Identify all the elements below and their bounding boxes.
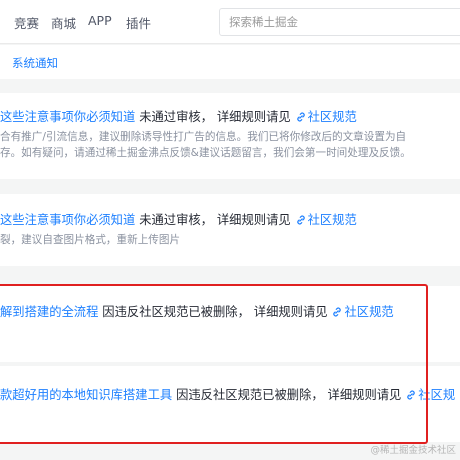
community-rules-label: 社区规范 bbox=[344, 305, 394, 319]
community-rules-label: 社区规 bbox=[418, 388, 456, 402]
search-input[interactable] bbox=[220, 9, 460, 35]
notification-line: 解到搭建的全流程 因违反社区规范已被删除， 详细规则请见 社区规范 bbox=[0, 302, 394, 320]
notification-desc-line: 裂，建议自查图片格式，重新上传图片 bbox=[0, 234, 181, 246]
notification-line: 这些注意事项你必须知道 未通过审核， 详细规则请见 社区规范 bbox=[0, 107, 357, 125]
notification-line: 款超好用的本地知识库搭建工具 因违反社区规范已被删除， 详细规则请见 社区规 bbox=[0, 385, 455, 403]
notification-desc-line: 合有推广/引流信息，建议删除诱导性打广告的信息。我们已将你修改后的文章设置为自 bbox=[0, 131, 407, 143]
top-nav-bar: 竞赛 商城 APP 插件 bbox=[0, 0, 460, 44]
notification-status: 因违反社区规范已被删除， 详细规则请见 bbox=[172, 388, 406, 402]
notification-card: 这些注意事项你必须知道 未通过审核， 详细规则请见 社区规范 裂，建议自查图片格… bbox=[0, 194, 460, 266]
search-box bbox=[219, 8, 460, 36]
notification-line: 这些注意事项你必须知道 未通过审核， 详细规则请见 社区规范 bbox=[0, 210, 357, 228]
article-title-link[interactable]: 这些注意事项你必须知道 bbox=[0, 213, 135, 227]
link-icon bbox=[407, 390, 415, 400]
community-rules-link[interactable]: 社区规 bbox=[405, 388, 455, 402]
link-icon bbox=[296, 112, 305, 122]
community-rules-link[interactable]: 社区规范 bbox=[331, 305, 394, 319]
nav-item-plugins[interactable]: 插件 bbox=[126, 13, 151, 32]
nav-item-competition[interactable]: 竞赛 bbox=[14, 13, 39, 32]
nav-item-shop[interactable]: 商城 bbox=[51, 13, 76, 32]
article-title-link[interactable]: 这些注意事项你必须知道 bbox=[0, 110, 135, 124]
nav-item-app[interactable]: APP bbox=[88, 13, 112, 28]
notification-card: 解到搭建的全流程 因违反社区规范已被删除， 详细规则请见 社区规范 bbox=[0, 286, 460, 362]
article-title-link[interactable]: 款超好用的本地知识库搭建工具 bbox=[0, 388, 172, 402]
notification-card: 这些注意事项你必须知道 未通过审核， 详细规则请见 社区规范 合有推广/引流信息… bbox=[0, 93, 460, 179]
notification-status: 未通过审核， 详细规则请见 bbox=[135, 110, 295, 124]
notification-subnav: 系统通知 bbox=[0, 45, 460, 79]
notification-status: 未通过审核， 详细规则请见 bbox=[135, 213, 295, 227]
community-rules-link[interactable]: 社区规范 bbox=[295, 213, 357, 227]
notification-desc-line: 存。如有疑问，请通过稀土掘金沸点反馈&建议话题留言，我们会第一时间处理及反馈。 bbox=[0, 147, 411, 159]
link-icon bbox=[333, 307, 342, 317]
tab-system-notifications[interactable]: 系统通知 bbox=[12, 55, 58, 71]
notification-status: 因违反社区规范已被删除， 详细规则请见 bbox=[98, 305, 332, 319]
community-rules-label: 社区规范 bbox=[307, 213, 357, 227]
link-icon bbox=[296, 215, 305, 225]
notification-card: 款超好用的本地知识库搭建工具 因违反社区规范已被删除， 详细规则请见 社区规 bbox=[0, 366, 460, 442]
community-rules-link[interactable]: 社区规范 bbox=[295, 110, 357, 124]
article-title-link[interactable]: 解到搭建的全流程 bbox=[0, 305, 98, 319]
community-rules-label: 社区规范 bbox=[307, 110, 357, 124]
watermark: @稀土掘金技术社区 bbox=[370, 445, 456, 456]
